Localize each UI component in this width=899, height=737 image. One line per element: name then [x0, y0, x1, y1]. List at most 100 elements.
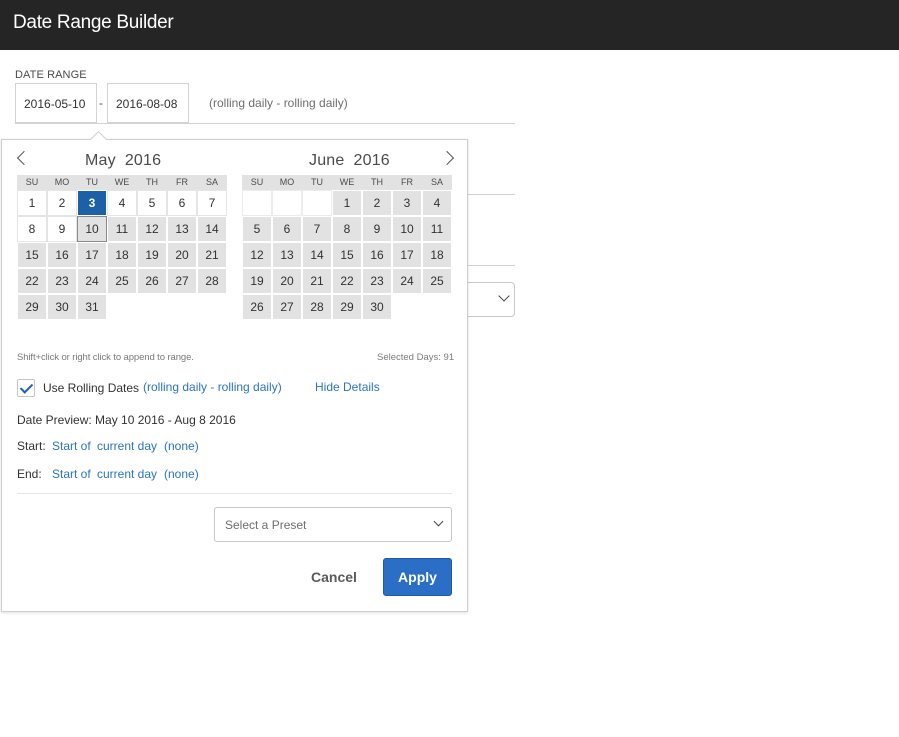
date-preview: Date Preview: May 10 2016 - Aug 8 2016	[17, 413, 236, 427]
apply-button[interactable]: Apply	[383, 558, 452, 596]
calendar-day[interactable]: 19	[137, 242, 167, 268]
weekday-header: TU	[77, 175, 107, 190]
calendar-day[interactable]: 25	[107, 268, 137, 294]
calendar-day[interactable]: 5	[137, 190, 167, 216]
end-unit-link[interactable]: current day	[97, 467, 157, 481]
calendar-day[interactable]: 1	[17, 190, 47, 216]
calendar-day[interactable]: 21	[197, 242, 227, 268]
month-year: 2016	[124, 152, 162, 169]
start-of-link[interactable]: Start of	[52, 439, 91, 453]
calendar-day[interactable]: 8	[17, 216, 47, 242]
calendar-day[interactable]: 22	[17, 268, 47, 294]
calendar-day[interactable]: 7	[197, 190, 227, 216]
preset-placeholder: Select a Preset	[225, 518, 307, 532]
calendar-day[interactable]: 17	[77, 242, 107, 268]
background-select[interactable]	[468, 282, 515, 317]
calendar-day[interactable]: 6	[167, 190, 197, 216]
calendar-day[interactable]: 25	[422, 268, 452, 294]
calendar-day[interactable]: 21	[302, 268, 332, 294]
calendar-day[interactable]: 11	[422, 216, 452, 242]
calendar-day[interactable]: 7	[302, 216, 332, 242]
calendar-day[interactable]: 13	[167, 216, 197, 242]
calendar-day[interactable]: 15	[17, 242, 47, 268]
calendar-day[interactable]: 14	[197, 216, 227, 242]
month-year: 2016	[353, 152, 390, 169]
calendar-day[interactable]: 4	[422, 190, 452, 216]
calendar-day[interactable]: 4	[107, 190, 137, 216]
calendar-day[interactable]: 27	[272, 294, 302, 320]
calendar-day[interactable]: 30	[362, 294, 392, 320]
start-offset-link[interactable]: (none)	[164, 439, 199, 453]
weekday-header: TU	[302, 175, 332, 190]
calendar-day[interactable]: 20	[272, 268, 302, 294]
calendar-day[interactable]: 10	[392, 216, 422, 242]
calendar-day[interactable]: 8	[332, 216, 362, 242]
divider	[15, 123, 515, 124]
month-title-june: June 2016	[309, 152, 390, 170]
weekday-header: SU	[17, 175, 47, 190]
calendar-day[interactable]: 12	[242, 242, 272, 268]
calendar-day[interactable]: 29	[17, 294, 47, 320]
end-date-field[interactable]: 2016-08-08	[107, 83, 189, 123]
weekday-header: WE	[332, 175, 362, 190]
calendar-day[interactable]: 28	[302, 294, 332, 320]
calendar-day[interactable]: 3	[77, 190, 107, 216]
start-unit-link[interactable]: current day	[97, 439, 157, 453]
preset-select[interactable]: Select a Preset	[214, 507, 452, 542]
calendar-day[interactable]: 30	[47, 294, 77, 320]
calendar-day[interactable]: 1	[332, 190, 362, 216]
cancel-button[interactable]: Cancel	[301, 559, 367, 595]
end-of-link[interactable]: Start of	[52, 467, 91, 481]
calendar-blank-cell	[242, 190, 272, 216]
date-range-label: DATE RANGE	[15, 69, 87, 81]
calendar-day[interactable]: 12	[137, 216, 167, 242]
app-title: Date Range Builder	[13, 12, 174, 33]
calendar-day[interactable]: 19	[242, 268, 272, 294]
calendar-day[interactable]: 26	[242, 294, 272, 320]
calendar-day[interactable]: 29	[332, 294, 362, 320]
chevron-down-icon	[433, 516, 444, 527]
calendar-day[interactable]: 14	[302, 242, 332, 268]
end-offset-link[interactable]: (none)	[164, 467, 199, 481]
month-name: June	[309, 152, 345, 169]
use-rolling-dates-checkbox[interactable]	[17, 379, 35, 397]
weekday-header: FR	[392, 175, 422, 190]
start-date-field[interactable]: 2016-05-10	[15, 83, 97, 123]
rolling-settings-link[interactable]: (rolling daily - rolling daily)	[143, 380, 282, 394]
end-label: End:	[17, 467, 42, 481]
weekday-header: WE	[107, 175, 137, 190]
month-title-may: May 2016	[85, 152, 161, 170]
calendar-day[interactable]: 18	[422, 242, 452, 268]
calendar-day[interactable]: 27	[167, 268, 197, 294]
calendar-day[interactable]: 24	[392, 268, 422, 294]
calendar-day[interactable]: 16	[362, 242, 392, 268]
start-label: Start:	[17, 439, 46, 453]
calendar-day[interactable]: 28	[197, 268, 227, 294]
calendar-day[interactable]: 31	[77, 294, 107, 320]
calendar-day[interactable]: 15	[332, 242, 362, 268]
calendar-day[interactable]: 23	[47, 268, 77, 294]
calendar-day[interactable]: 2	[362, 190, 392, 216]
calendar-day[interactable]: 18	[107, 242, 137, 268]
calendar-day[interactable]: 3	[392, 190, 422, 216]
calendar-day[interactable]: 9	[47, 216, 77, 242]
calendar-day[interactable]: 11	[107, 216, 137, 242]
calendar-day[interactable]: 2	[47, 190, 77, 216]
calendar-day[interactable]: 22	[332, 268, 362, 294]
calendar-day[interactable]: 16	[47, 242, 77, 268]
hide-details-link[interactable]: Hide Details	[315, 380, 380, 394]
divider	[17, 493, 452, 494]
calendar-day[interactable]: 26	[137, 268, 167, 294]
weekday-header: SA	[197, 175, 227, 190]
calendar-day[interactable]: 17	[392, 242, 422, 268]
calendar-day[interactable]: 20	[167, 242, 197, 268]
calendar-day[interactable]: 9	[362, 216, 392, 242]
calendar-day[interactable]: 6	[272, 216, 302, 242]
calendar-day[interactable]: 13	[272, 242, 302, 268]
use-rolling-dates-label: Use Rolling Dates	[43, 381, 140, 395]
calendar-day[interactable]: 10	[77, 216, 107, 242]
calendar-day[interactable]: 5	[242, 216, 272, 242]
calendar-day[interactable]: 24	[77, 268, 107, 294]
weekday-header: MO	[272, 175, 302, 190]
calendar-day[interactable]: 23	[362, 268, 392, 294]
